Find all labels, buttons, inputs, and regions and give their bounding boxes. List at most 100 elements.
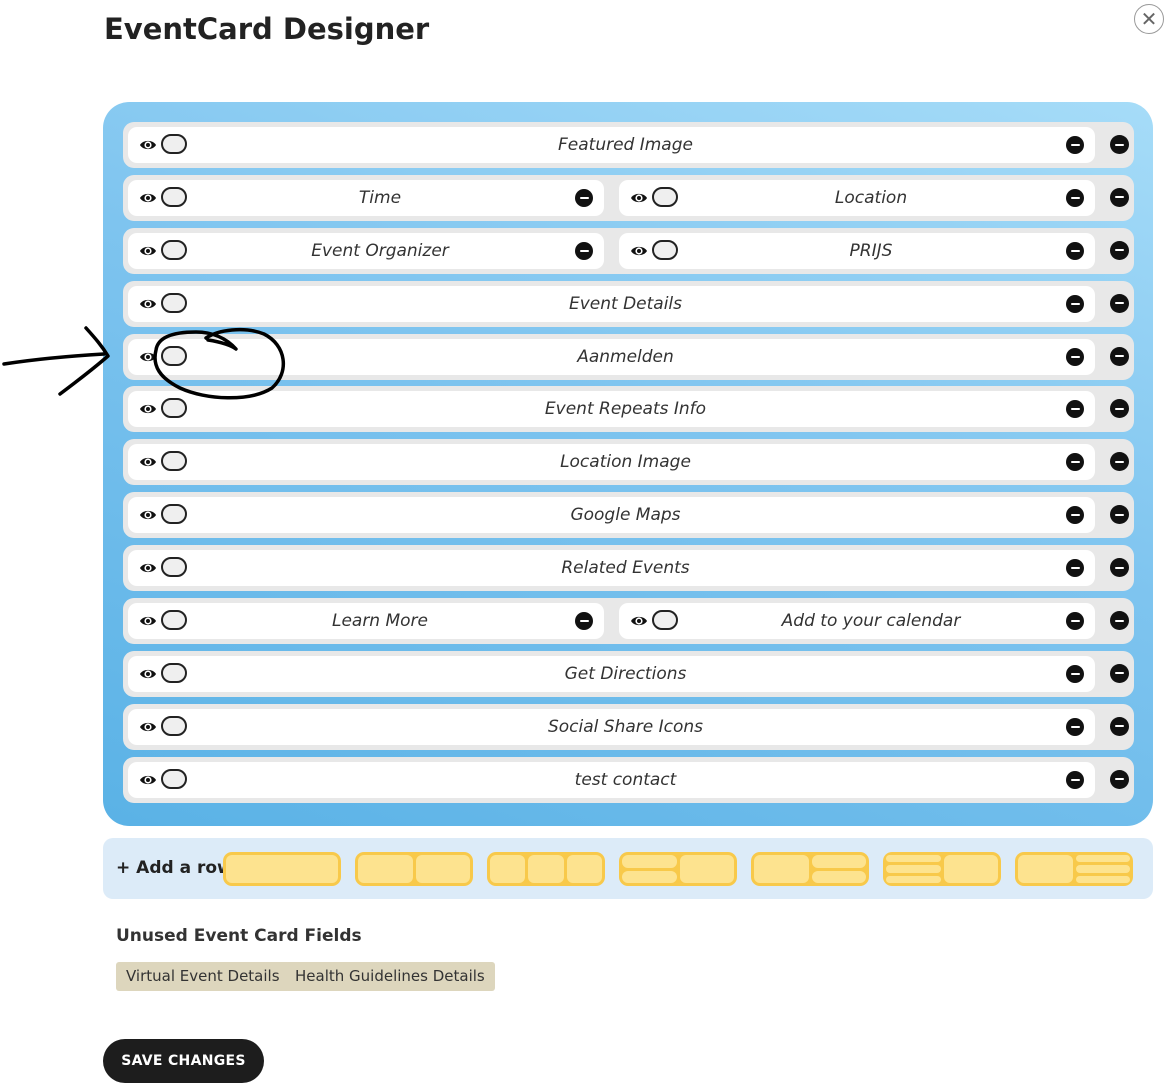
visibility-eye-icon[interactable]	[139, 453, 157, 471]
unused-field-chip[interactable]: Health Guidelines Details	[285, 962, 495, 991]
card-row[interactable]: test contact	[123, 756, 1134, 803]
card-field[interactable]: Event Organizer	[128, 232, 604, 269]
remove-field-button[interactable]	[1066, 717, 1084, 736]
card-field[interactable]: Location Image	[128, 444, 1095, 481]
field-toggle[interactable]	[161, 451, 187, 472]
visibility-eye-icon[interactable]	[139, 189, 157, 207]
card-field[interactable]: Location	[619, 179, 1095, 216]
card-row[interactable]: Time Location	[123, 174, 1134, 221]
card-field[interactable]: Event Details	[128, 285, 1095, 322]
remove-field-button[interactable]	[1066, 453, 1084, 472]
remove-field-button[interactable]	[1066, 347, 1084, 366]
remove-field-button[interactable]	[575, 241, 593, 260]
visibility-eye-icon[interactable]	[139, 295, 157, 313]
field-toggle[interactable]	[161, 610, 187, 631]
card-row[interactable]: Social Share Icons	[123, 703, 1134, 750]
card-row[interactable]: Aanmelden	[123, 333, 1134, 380]
remove-row-button[interactable]	[1110, 558, 1129, 578]
remove-row-button[interactable]	[1110, 135, 1129, 154]
remove-field-button[interactable]	[1066, 241, 1084, 260]
remove-field-button[interactable]	[1066, 400, 1084, 419]
card-field[interactable]: Google Maps	[128, 497, 1095, 534]
save-changes-button[interactable]: SAVE CHANGES	[103, 1039, 264, 1083]
card-field[interactable]: Time	[128, 179, 604, 216]
layout-option-three-columns[interactable]	[487, 852, 605, 886]
remove-row-button[interactable]	[1110, 663, 1129, 683]
remove-row-button[interactable]	[1110, 187, 1129, 207]
card-row[interactable]: Event Repeats Info	[123, 386, 1134, 433]
visibility-eye-icon[interactable]	[630, 612, 648, 630]
visibility-eye-icon[interactable]	[139, 348, 157, 366]
card-field[interactable]: test contact	[128, 761, 1095, 798]
remove-row-button[interactable]	[1110, 399, 1129, 419]
field-toggle[interactable]	[161, 662, 187, 683]
layout-option-stacked-left-single-right[interactable]	[619, 852, 737, 886]
remove-field-button[interactable]	[1066, 506, 1084, 525]
remove-field-button[interactable]	[1066, 136, 1084, 154]
field-toggle[interactable]	[161, 504, 187, 525]
card-row[interactable]: Google Maps	[123, 492, 1134, 539]
remove-row-button[interactable]	[1110, 452, 1129, 472]
field-toggle[interactable]	[652, 239, 678, 260]
remove-row-button[interactable]	[1110, 505, 1129, 525]
remove-field-button[interactable]	[1066, 612, 1084, 631]
remove-field-button[interactable]	[1066, 664, 1084, 683]
remove-field-button[interactable]	[1066, 770, 1084, 789]
card-row[interactable]: Learn More Add to your calendar	[123, 598, 1134, 645]
field-toggle[interactable]	[161, 768, 187, 789]
card-field[interactable]: Social Share Icons	[128, 708, 1095, 745]
visibility-eye-icon[interactable]	[139, 136, 157, 154]
remove-row-button[interactable]	[1110, 716, 1129, 736]
layout-option-triple-stacked-left-single-right[interactable]	[883, 852, 1001, 886]
field-toggle[interactable]	[161, 239, 187, 260]
field-toggle[interactable]	[652, 610, 678, 631]
visibility-eye-icon[interactable]	[630, 242, 648, 260]
field-toggle[interactable]	[161, 398, 187, 419]
card-field[interactable]: Related Events	[128, 550, 1095, 587]
field-toggle[interactable]	[161, 186, 187, 207]
layout-option-single-left-stacked-right[interactable]	[751, 852, 869, 886]
visibility-eye-icon[interactable]	[139, 400, 157, 418]
remove-row-button[interactable]	[1110, 240, 1129, 260]
field-toggle[interactable]	[161, 715, 187, 736]
field-toggle[interactable]	[161, 134, 187, 154]
card-row[interactable]: Featured Image	[123, 122, 1134, 168]
remove-field-button[interactable]	[1066, 294, 1084, 313]
card-field[interactable]: Featured Image	[128, 127, 1095, 163]
remove-row-button[interactable]	[1110, 611, 1129, 631]
card-row[interactable]: Location Image	[123, 439, 1134, 486]
remove-row-button[interactable]	[1110, 346, 1129, 366]
layout-option-single[interactable]	[223, 852, 341, 886]
remove-row-button[interactable]	[1110, 293, 1129, 313]
layout-option-two-columns[interactable]	[355, 852, 473, 886]
visibility-eye-icon[interactable]	[139, 612, 157, 630]
card-field[interactable]: Get Directions	[128, 655, 1095, 692]
remove-row-button[interactable]	[1110, 769, 1129, 789]
visibility-eye-icon[interactable]	[139, 718, 157, 736]
close-button[interactable]: ✕	[1134, 4, 1164, 34]
layout-option-single-left-triple-stacked-right[interactable]	[1015, 852, 1133, 886]
field-toggle[interactable]	[652, 186, 678, 207]
visibility-eye-icon[interactable]	[139, 559, 157, 577]
card-field[interactable]: Add to your calendar	[619, 603, 1095, 640]
card-field[interactable]: Learn More	[128, 603, 604, 640]
visibility-eye-icon[interactable]	[139, 665, 157, 683]
unused-field-chip[interactable]: Virtual Event Details	[116, 962, 290, 991]
visibility-eye-icon[interactable]	[139, 771, 157, 789]
add-row-button[interactable]: + Add a row	[116, 838, 233, 899]
card-field[interactable]: Event Repeats Info	[128, 391, 1095, 428]
card-row[interactable]: Event Organizer PRIJS	[123, 227, 1134, 274]
card-field[interactable]: Aanmelden	[128, 338, 1095, 375]
card-row[interactable]: Related Events	[123, 545, 1134, 592]
remove-field-button[interactable]	[1066, 559, 1084, 578]
field-toggle[interactable]	[161, 345, 187, 366]
remove-field-button[interactable]	[575, 612, 593, 631]
remove-field-button[interactable]	[1066, 188, 1084, 207]
visibility-eye-icon[interactable]	[630, 189, 648, 207]
card-field[interactable]: PRIJS	[619, 232, 1095, 269]
remove-field-button[interactable]	[575, 188, 593, 207]
visibility-eye-icon[interactable]	[139, 506, 157, 524]
field-toggle[interactable]	[161, 292, 187, 313]
card-row[interactable]: Event Details	[123, 280, 1134, 327]
visibility-eye-icon[interactable]	[139, 242, 157, 260]
